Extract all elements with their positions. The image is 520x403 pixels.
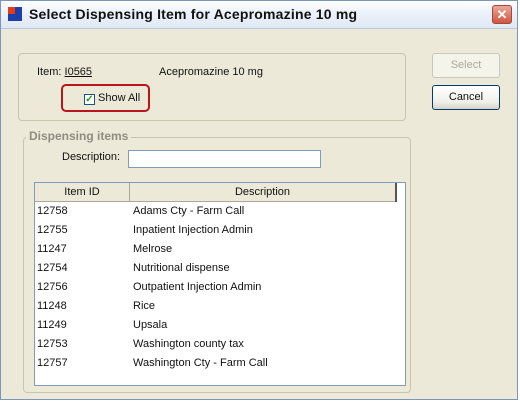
row-description: Rice (133, 300, 156, 312)
row-description: Nutritional dispense (133, 262, 230, 274)
item-panel: Item: I0565 Acepromazine 10 mg ✓ Show Al… (18, 53, 406, 121)
row-description: Washington Cty - Farm Call (133, 357, 268, 369)
table-row[interactable]: 12755 Inpatient Injection Admin (35, 221, 405, 240)
item-label: Item: (37, 66, 62, 78)
item-label-row: Item: I0565 (37, 66, 92, 78)
description-input[interactable] (128, 150, 321, 168)
item-name: Acepromazine 10 mg (159, 66, 263, 78)
show-all-label[interactable]: Show All (98, 92, 140, 104)
dialog-window: Select Dispensing Item for Acepromazine … (0, 0, 518, 400)
table-row[interactable]: 11248 Rice (35, 297, 405, 316)
title-bar[interactable]: Select Dispensing Item for Acepromazine … (1, 1, 517, 29)
row-description: Inpatient Injection Admin (133, 224, 253, 236)
select-button[interactable]: Select (432, 53, 500, 78)
show-all-highlight: ✓ Show All (61, 84, 150, 112)
row-description: Washington county tax (133, 338, 244, 350)
table-row[interactable]: 12754 Nutritional dispense (35, 259, 405, 278)
column-header-description[interactable]: Description (130, 183, 397, 202)
table-row[interactable]: 12758 Adams Cty - Farm Call (35, 202, 405, 221)
row-item-id: 12754 (37, 262, 68, 274)
row-item-id: 12756 (37, 281, 68, 293)
app-icon (8, 7, 22, 21)
show-all-checkbox[interactable]: ✓ (84, 94, 95, 105)
row-description: Adams Cty - Farm Call (133, 205, 245, 217)
check-icon: ✓ (85, 94, 94, 105)
item-id: I0565 (64, 66, 93, 78)
description-label: Description: (62, 151, 121, 163)
dispensing-items-group: Dispensing items Description: Item ID De… (23, 129, 411, 393)
table-row[interactable]: 12756 Outpatient Injection Admin (35, 278, 405, 297)
row-item-id: 11249 (37, 319, 67, 331)
row-description: Melrose (133, 243, 173, 255)
table-row[interactable]: 12753 Washington county tax (35, 335, 405, 354)
row-item-id: 11248 (37, 300, 67, 312)
row-item-id: 12758 (37, 205, 68, 217)
dispensing-items-list[interactable]: Item ID Description 12758 Adams Cty - Fa… (34, 182, 406, 386)
row-item-id: 12753 (37, 338, 68, 350)
close-icon: ✕ (496, 7, 508, 22)
table-row[interactable]: 12757 Washington Cty - Farm Call (35, 354, 405, 373)
column-header-item-id[interactable]: Item ID (35, 183, 130, 202)
row-item-id: 12755 (37, 224, 68, 236)
close-button[interactable]: ✕ (492, 5, 512, 24)
table-row[interactable]: 11247 Melrose (35, 240, 405, 259)
group-title: Dispensing items (26, 129, 132, 143)
list-header: Item ID Description (35, 183, 397, 202)
cancel-button[interactable]: Cancel (432, 85, 500, 110)
row-description: Outpatient Injection Admin (133, 281, 262, 293)
row-description: Upsala (133, 319, 168, 331)
row-item-id: 11247 (37, 243, 67, 255)
window-title: Select Dispensing Item for Acepromazine … (29, 6, 358, 22)
table-row[interactable]: 11249 Upsala (35, 316, 405, 335)
row-item-id: 12757 (37, 357, 68, 369)
